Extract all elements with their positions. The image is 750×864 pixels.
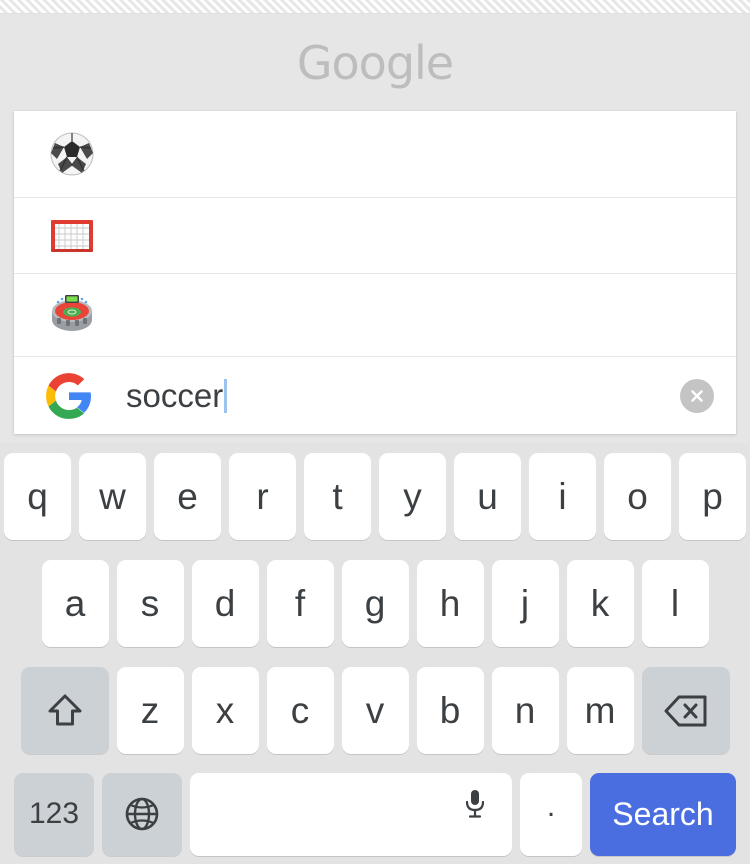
key-d[interactable]: d [191,560,259,647]
microphone-icon[interactable] [462,787,488,830]
key-x[interactable]: x [191,667,259,754]
text-caret [224,378,228,413]
search-key[interactable]: Search [590,772,736,856]
backspace-delete-icon [664,695,706,726]
key-s[interactable]: s [116,560,184,647]
key-y[interactable]: y [379,453,446,540]
suggestion-item-soccer-ball[interactable] [14,111,736,197]
stadium-emoji [44,290,100,334]
key-o[interactable]: o [604,453,671,540]
globe-language-icon [125,797,159,831]
key-w[interactable]: w [79,453,146,540]
key-v[interactable]: v [341,667,409,754]
key-t[interactable]: t [304,453,371,540]
keyboard-row-2: a s d f g h j k l [0,550,750,657]
key-m[interactable]: m [566,667,634,754]
search-query-text: soccer [126,376,224,414]
header: Google [0,14,750,111]
period-key[interactable]: . [520,772,582,856]
key-k[interactable]: k [566,560,634,647]
key-a[interactable]: a [41,560,109,647]
space-key[interactable] [190,772,512,856]
key-u[interactable]: u [454,453,521,540]
key-j[interactable]: j [491,560,559,647]
shift-arrow-icon [48,694,81,725]
key-z[interactable]: z [116,667,184,754]
key-e[interactable]: e [154,453,221,540]
suggestion-item-goal-net[interactable] [14,198,736,273]
key-f[interactable]: f [266,560,334,647]
search-input[interactable]: soccer [94,377,680,415]
search-sheet: soccer [14,111,736,434]
numeric-mode-key[interactable]: 123 [14,772,94,856]
top-texture-strip [0,0,750,14]
keyboard-row-1: q w e r t y u i o p [0,443,750,550]
key-p[interactable]: p [679,453,746,540]
google-wordmark: Google [296,35,454,90]
clear-input-button[interactable] [680,378,714,413]
key-l[interactable]: l [641,560,709,647]
language-globe-key[interactable] [102,772,182,856]
keyboard-row-3: z x c v b n m [0,657,750,764]
google-g-logo-icon [44,371,94,421]
shift-key[interactable] [20,667,109,754]
soccer-ball-emoji [44,131,100,177]
key-c[interactable]: c [266,667,334,754]
goal-net-emoji [44,216,100,256]
key-q[interactable]: q [4,453,71,540]
suggestion-item-stadium[interactable] [14,274,736,349]
on-screen-keyboard: q w e r t y u i o p a s d f g h j k l z … [0,443,750,864]
backspace-key[interactable] [641,667,730,754]
key-g[interactable]: g [341,560,409,647]
key-h[interactable]: h [416,560,484,647]
keyboard-row-4: 123 . Search [0,764,750,864]
search-input-row[interactable]: soccer [14,357,736,434]
key-b[interactable]: b [416,667,484,754]
key-r[interactable]: r [229,453,296,540]
key-n[interactable]: n [491,667,559,754]
key-i[interactable]: i [529,453,596,540]
suggestion-list [14,111,736,356]
